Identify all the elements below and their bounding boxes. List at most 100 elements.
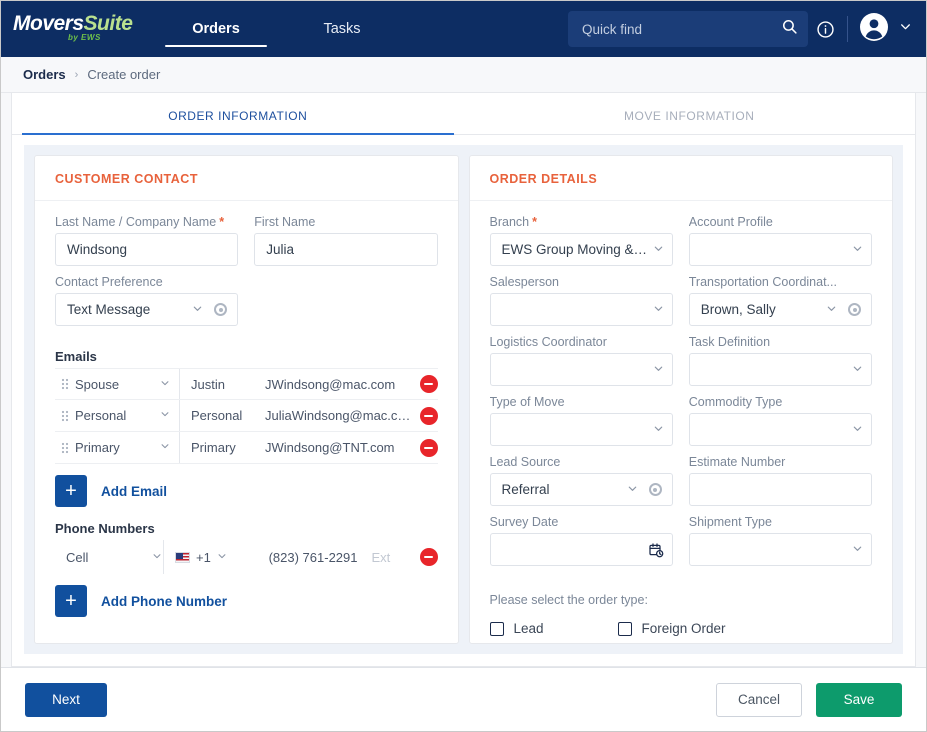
phone-number-input[interactable]: (823) 761-2291 — [241, 550, 372, 565]
table-row[interactable]: Cell +1 — [55, 540, 438, 574]
calendar-icon[interactable] — [648, 542, 664, 558]
cancel-button[interactable]: Cancel — [716, 683, 802, 717]
drag-handle-icon[interactable] — [55, 378, 75, 390]
chevron-down-icon — [653, 303, 664, 317]
drag-handle-icon[interactable] — [55, 410, 75, 422]
phones-list: Cell +1 — [55, 540, 438, 574]
transportation-coordinator-select[interactable]: Brown, Sally — [689, 293, 872, 326]
nav-item-orders[interactable]: Orders — [153, 1, 279, 57]
email-type-select[interactable]: Personal — [75, 400, 180, 431]
account-profile-field: Account Profile — [689, 215, 872, 266]
chevron-down-icon — [852, 543, 863, 557]
save-button[interactable]: Save — [816, 683, 902, 717]
logo-byline: by EWS — [68, 33, 101, 42]
checkbox-foreign-order-box[interactable] — [618, 622, 632, 636]
shipment-type-select[interactable] — [689, 533, 872, 566]
name-fields-row: Last Name / Company Name* Windsong First… — [55, 215, 438, 275]
email-address-input[interactable]: JWindsong@mac.com — [265, 377, 414, 392]
info-icon[interactable] — [808, 12, 842, 46]
tab-order-information-label: ORDER INFORMATION — [168, 109, 307, 123]
tab-order-information[interactable]: ORDER INFORMATION — [12, 93, 464, 134]
contact-preference-field: Contact Preference Text Message — [55, 275, 238, 326]
user-menu-button[interactable] — [853, 12, 912, 47]
chevron-down-icon — [627, 483, 638, 497]
add-phone-row: + Add Phone Number — [55, 585, 438, 617]
add-email-label[interactable]: Add Email — [101, 484, 167, 499]
estimate-number-input[interactable] — [689, 473, 872, 506]
salesperson-select[interactable] — [490, 293, 673, 326]
remove-email-button[interactable] — [420, 439, 438, 457]
email-type-select[interactable]: Primary — [75, 432, 180, 463]
chevron-down-icon — [160, 409, 171, 422]
survey-date-input[interactable] — [490, 533, 673, 566]
add-email-button[interactable]: + — [55, 475, 87, 507]
nav-item-tasks[interactable]: Tasks — [279, 1, 405, 57]
survey-date-label: Survey Date — [490, 515, 673, 529]
contact-preference-row: Contact Preference Text Message — [55, 275, 438, 335]
remove-email-button[interactable] — [420, 375, 438, 393]
checkbox-foreign-order[interactable]: Foreign Order — [618, 621, 726, 636]
contact-preference-clear-button[interactable] — [214, 303, 227, 316]
phone-country-select[interactable]: +1 — [163, 540, 241, 574]
remove-phone-button[interactable] — [420, 548, 438, 566]
contact-preference-select[interactable]: Text Message — [55, 293, 238, 326]
remove-email-button[interactable] — [420, 407, 438, 425]
search-input[interactable] — [582, 22, 781, 37]
first-name-value: Julia — [266, 242, 428, 257]
first-name-input[interactable]: Julia — [254, 233, 437, 266]
customer-contact-body: Last Name / Company Name* Windsong First… — [35, 201, 458, 643]
type-of-move-select[interactable] — [490, 413, 673, 446]
salesperson-label: Salesperson — [490, 275, 673, 289]
quick-find-container[interactable] — [568, 11, 808, 47]
email-name-input[interactable]: Justin — [180, 377, 265, 392]
order-details-row-6: Survey Date — [490, 515, 873, 575]
add-phone-number-button[interactable]: + — [55, 585, 87, 617]
last-name-required-marker: * — [219, 215, 224, 229]
estimate-number-field: Estimate Number — [689, 455, 872, 506]
breadcrumb-separator: › — [75, 69, 79, 81]
transportation-coordinator-clear-button[interactable] — [848, 303, 861, 316]
branch-label: Branch* — [490, 215, 673, 229]
email-type-select[interactable]: Spouse — [75, 369, 180, 399]
last-name-label: Last Name / Company Name* — [55, 215, 238, 229]
drag-handle-icon[interactable] — [55, 442, 75, 454]
last-name-input[interactable]: Windsong — [55, 233, 238, 266]
add-phone-number-label[interactable]: Add Phone Number — [101, 594, 227, 609]
email-name-input[interactable]: Personal — [180, 408, 265, 423]
add-email-row: + Add Email — [55, 475, 438, 507]
logistics-coordinator-select[interactable] — [490, 353, 673, 386]
checkbox-foreign-order-label: Foreign Order — [642, 621, 726, 636]
order-details-row-2: Salesperson Transportation Coordinat... — [490, 275, 873, 335]
table-row[interactable]: Personal Personal JuliaWindsong@mac.com — [55, 400, 438, 432]
table-row[interactable]: Primary Primary JWindsong@TNT.com — [55, 432, 438, 464]
branch-select[interactable]: EWS Group Moving & Sto... — [490, 233, 673, 266]
tab-move-information[interactable]: MOVE INFORMATION — [464, 93, 916, 134]
chevron-down-icon — [192, 303, 203, 317]
task-definition-field: Task Definition — [689, 335, 872, 386]
phone-ext-input[interactable]: Ext — [372, 550, 414, 565]
account-profile-label: Account Profile — [689, 215, 872, 229]
account-profile-select[interactable] — [689, 233, 872, 266]
customer-contact-panel: CUSTOMER CONTACT Last Name / Company Nam… — [34, 155, 459, 644]
lead-source-clear-button[interactable] — [649, 483, 662, 496]
breadcrumb-orders-link[interactable]: Orders — [23, 67, 66, 82]
content-area: ORDER INFORMATION MOVE INFORMATION CUSTO… — [1, 93, 926, 667]
commodity-type-select[interactable] — [689, 413, 872, 446]
lead-source-select[interactable]: Referral — [490, 473, 673, 506]
chevron-down-icon — [653, 243, 664, 257]
email-address-input[interactable]: JuliaWindsong@mac.com — [265, 408, 414, 423]
checkbox-lead[interactable]: Lead — [490, 621, 618, 636]
email-address-input[interactable]: JWindsong@TNT.com — [265, 440, 414, 455]
next-button[interactable]: Next — [25, 683, 107, 717]
nav-item-tasks-label: Tasks — [323, 21, 360, 37]
app-logo[interactable]: MoversSuite by EWS — [11, 11, 131, 47]
email-name-input[interactable]: Primary — [180, 440, 265, 455]
task-definition-select[interactable] — [689, 353, 872, 386]
task-definition-label: Task Definition — [689, 335, 872, 349]
phone-type-select[interactable]: Cell — [55, 550, 163, 565]
table-row[interactable]: Spouse Justin JWindsong@mac.com — [55, 368, 438, 400]
first-name-field: First Name Julia — [254, 215, 437, 266]
main-navigation: Orders Tasks — [153, 1, 405, 57]
search-icon[interactable] — [781, 18, 798, 40]
checkbox-lead-box[interactable] — [490, 622, 504, 636]
